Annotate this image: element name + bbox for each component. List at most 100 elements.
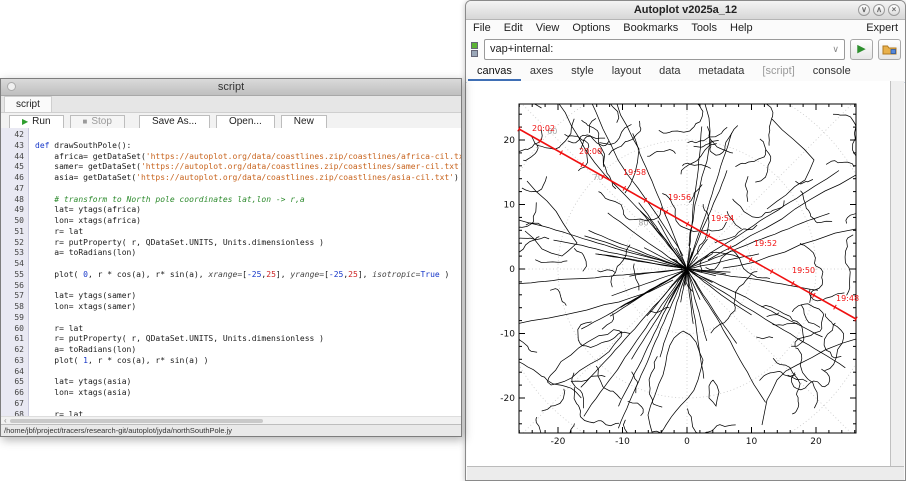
plot[interactable]: 807060-20-100102020100-10-2020:0220:0019… xyxy=(467,81,890,469)
coastline-path xyxy=(589,118,596,132)
script-statusbar: /home/jbf/project/tracers/research-git/a… xyxy=(1,424,461,436)
tab-style[interactable]: style xyxy=(562,62,603,82)
menu-view[interactable]: View xyxy=(536,22,560,34)
minimize-button[interactable]: ∨ xyxy=(858,4,870,16)
code-line: a= toRadians(lon) xyxy=(35,248,461,259)
orbit-time-label: 20:02 xyxy=(532,124,555,133)
coastline-path xyxy=(845,235,853,295)
code-line: asia= getDataSet('https://autoplot.org/d… xyxy=(35,173,461,184)
tab-script[interactable]: [script] xyxy=(753,62,803,82)
line-number: 49 xyxy=(1,205,24,216)
code-editor[interactable]: 4243444546474849505152535455565758596061… xyxy=(1,128,461,417)
menu-tools[interactable]: Tools xyxy=(691,22,717,34)
code-line: lat= ytags(asia) xyxy=(35,377,461,388)
open-button[interactable]: Open... xyxy=(216,115,275,129)
coastline-path xyxy=(535,260,567,263)
open-local-file-button[interactable] xyxy=(878,39,901,60)
code-line: lon= xtags(samer) xyxy=(35,302,461,313)
coastline-path xyxy=(723,229,856,268)
line-number: 64 xyxy=(1,367,24,378)
uri-input[interactable]: vap+internal: ∨ xyxy=(484,39,845,60)
tab-axes[interactable]: axes xyxy=(521,62,562,82)
tab-data[interactable]: data xyxy=(650,62,689,82)
window-controls: ∨ ∧ × xyxy=(858,4,900,16)
coastline-path xyxy=(574,248,586,271)
line-number: 59 xyxy=(1,313,24,324)
line-number: 67 xyxy=(1,399,24,410)
script-window-title: script xyxy=(218,81,244,93)
maximize-button[interactable]: ∧ xyxy=(873,4,885,16)
code-line xyxy=(35,313,461,324)
coastline-path xyxy=(570,423,575,435)
coastline-path xyxy=(632,269,688,359)
coastline-path xyxy=(767,104,773,145)
menu-help[interactable]: Help xyxy=(730,22,753,34)
orbit-time-label: 19:50 xyxy=(792,266,815,275)
line-number: 61 xyxy=(1,334,24,345)
coastline-path xyxy=(515,354,582,398)
line-number: 58 xyxy=(1,302,24,313)
coastline-path xyxy=(773,358,800,414)
menu-file[interactable]: File xyxy=(473,22,491,34)
canvas-panel: 807060-20-100102020100-10-2020:0220:0019… xyxy=(467,81,904,467)
code-line: def drawSouthPole(): xyxy=(35,141,461,152)
close-button[interactable]: × xyxy=(888,4,900,16)
coastline-path xyxy=(550,289,566,306)
plot-canvas[interactable]: 807060-20-100102020100-10-2020:0220:0019… xyxy=(467,81,891,467)
play-icon: ▶ xyxy=(857,44,865,55)
tab-canvas[interactable]: canvas xyxy=(468,62,521,82)
scrollbar-thumb[interactable] xyxy=(10,419,263,423)
stop-button[interactable]: ■ Stop xyxy=(70,115,125,129)
run-button[interactable]: ▶ Run xyxy=(9,115,64,129)
x-tick-label: -10 xyxy=(615,437,630,447)
menu-bookmarks[interactable]: Bookmarks xyxy=(623,22,678,34)
chevron-down-icon[interactable]: ∨ xyxy=(832,44,839,55)
coastline-path xyxy=(795,348,817,408)
tab-script[interactable]: script xyxy=(4,96,52,112)
code-line: africa= getDataSet('https://autoplot.org… xyxy=(35,152,461,163)
window-menu-button[interactable] xyxy=(7,82,16,91)
line-number: 47 xyxy=(1,184,24,195)
menu-options[interactable]: Options xyxy=(572,22,610,34)
run-icon: ▶ xyxy=(22,118,28,126)
coastline-path xyxy=(618,269,687,428)
expert-mode-label[interactable]: Expert xyxy=(866,22,898,34)
code-line: r= lat xyxy=(35,227,461,238)
coastline-path xyxy=(795,179,813,184)
coastline-path xyxy=(687,269,704,379)
autoplot-titlebar[interactable]: Autoplot v2025a_12 ∨ ∧ × xyxy=(466,1,905,20)
script-tabbar: script xyxy=(1,96,461,113)
coastline-path xyxy=(709,380,719,406)
script-titlebar[interactable]: script xyxy=(1,79,461,96)
line-number: 50 xyxy=(1,216,24,227)
line-number: 45 xyxy=(1,162,24,173)
line-number: 51 xyxy=(1,227,24,238)
coastline-path xyxy=(735,150,765,167)
folder-icon xyxy=(882,43,897,55)
line-number: 56 xyxy=(1,281,24,292)
tab-layout[interactable]: layout xyxy=(603,62,650,82)
menu-edit[interactable]: Edit xyxy=(504,22,523,34)
code-line: a= toRadians(lon) xyxy=(35,345,461,356)
coastline-path xyxy=(688,127,728,142)
coastline-path xyxy=(599,192,663,221)
green-square-icon xyxy=(471,42,478,49)
tab-metadata[interactable]: metadata xyxy=(690,62,754,82)
tab-console[interactable]: console xyxy=(804,62,860,82)
coastline-path xyxy=(687,269,845,368)
line-number: 65 xyxy=(1,377,24,388)
axes: -20-100102020100-10-20 xyxy=(500,104,856,447)
code-line: plot( 0, r * cos(a), r* sin(a), xrange=[… xyxy=(35,270,461,281)
code-line: lon= xtags(africa) xyxy=(35,216,461,227)
coastline-path xyxy=(648,331,703,433)
x-tick-label: 10 xyxy=(746,437,758,447)
go-button[interactable]: ▶ xyxy=(850,39,873,60)
code-text[interactable]: def drawSouthPole(): africa= getDataSet(… xyxy=(29,128,461,417)
new-button[interactable]: New xyxy=(281,115,327,129)
coastline-path xyxy=(595,81,619,123)
line-number: 54 xyxy=(1,259,24,270)
autoplot-window-title: Autoplot v2025a_12 xyxy=(634,4,737,16)
orbit-time-label: 19:54 xyxy=(711,214,734,223)
save-as-button[interactable]: Save As... xyxy=(139,115,210,129)
tab-bar: canvasaxesstylelayoutdatametadata[script… xyxy=(466,62,905,83)
